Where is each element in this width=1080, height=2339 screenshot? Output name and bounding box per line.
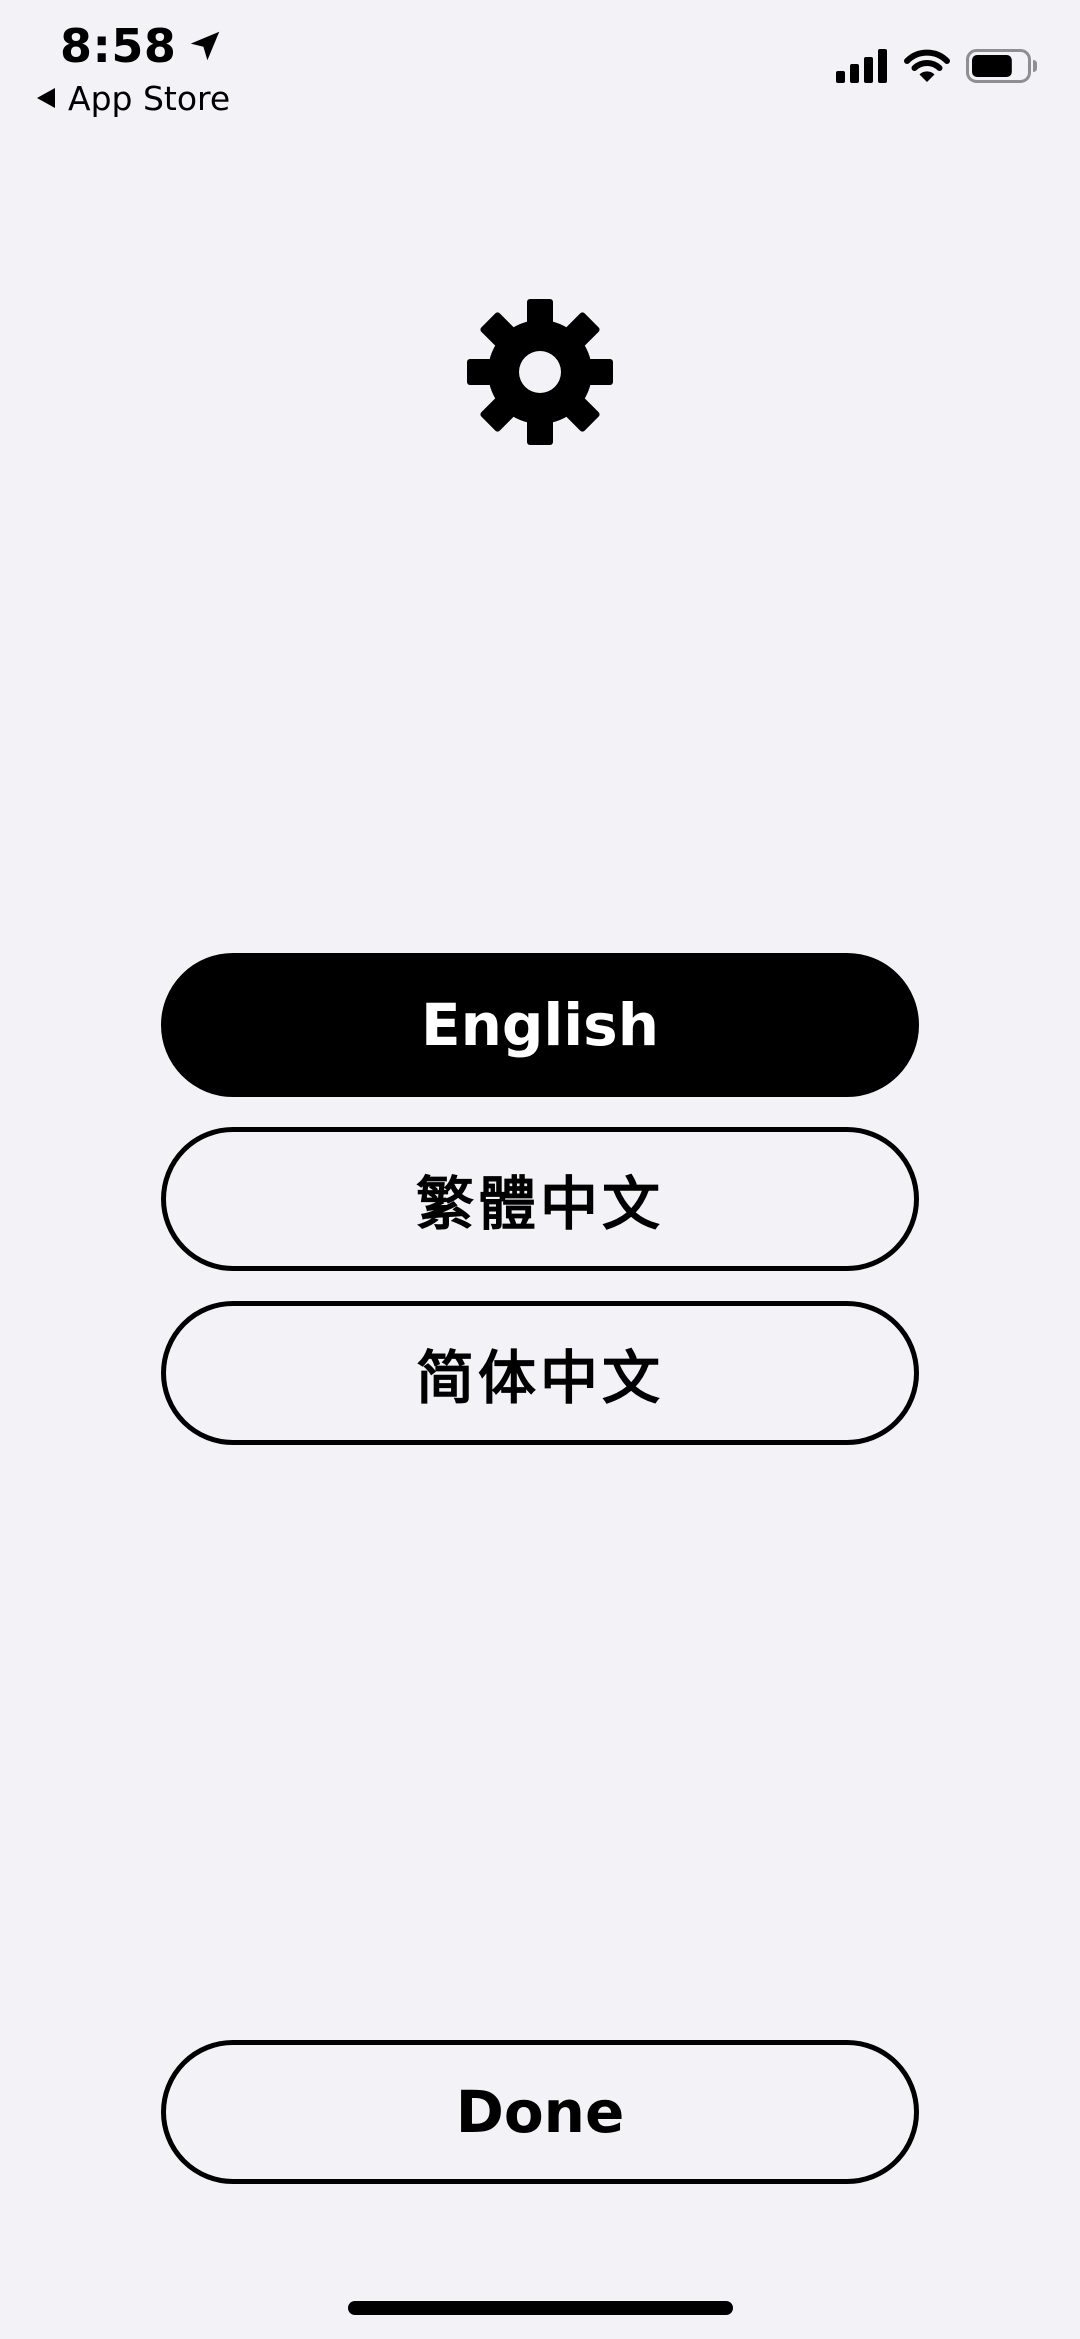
gear-icon: [466, 298, 614, 446]
status-indicators: [836, 46, 1038, 86]
home-indicator[interactable]: [348, 2301, 733, 2315]
language-option-simplified-chinese[interactable]: 简体中文: [161, 1301, 919, 1445]
location-arrow-icon: [186, 27, 224, 65]
language-option-label: 繁體中文: [415, 1170, 664, 1238]
battery-level-fill: [972, 55, 1012, 77]
status-time: 8:58: [60, 19, 177, 73]
cellular-signal-icon: [836, 49, 888, 83]
language-option-traditional-chinese[interactable]: 繁體中文: [161, 1127, 919, 1271]
done-button-label: Done: [455, 2078, 625, 2146]
battery-icon: [966, 49, 1038, 83]
time-group: 8:58: [60, 14, 224, 78]
status-bar: 8:58 App Store: [0, 0, 1080, 130]
language-option-label: English: [420, 991, 659, 1059]
language-options: English 繁體中文 简体中文: [161, 953, 919, 1475]
done-button[interactable]: Done: [161, 2040, 919, 2184]
language-option-label: 简体中文: [415, 1344, 664, 1412]
back-caret-icon: [36, 87, 56, 109]
wifi-icon: [904, 49, 950, 83]
language-option-english[interactable]: English: [161, 953, 919, 1097]
back-app-label: App Store: [68, 78, 231, 118]
back-to-app-store-button[interactable]: App Store: [36, 76, 230, 120]
